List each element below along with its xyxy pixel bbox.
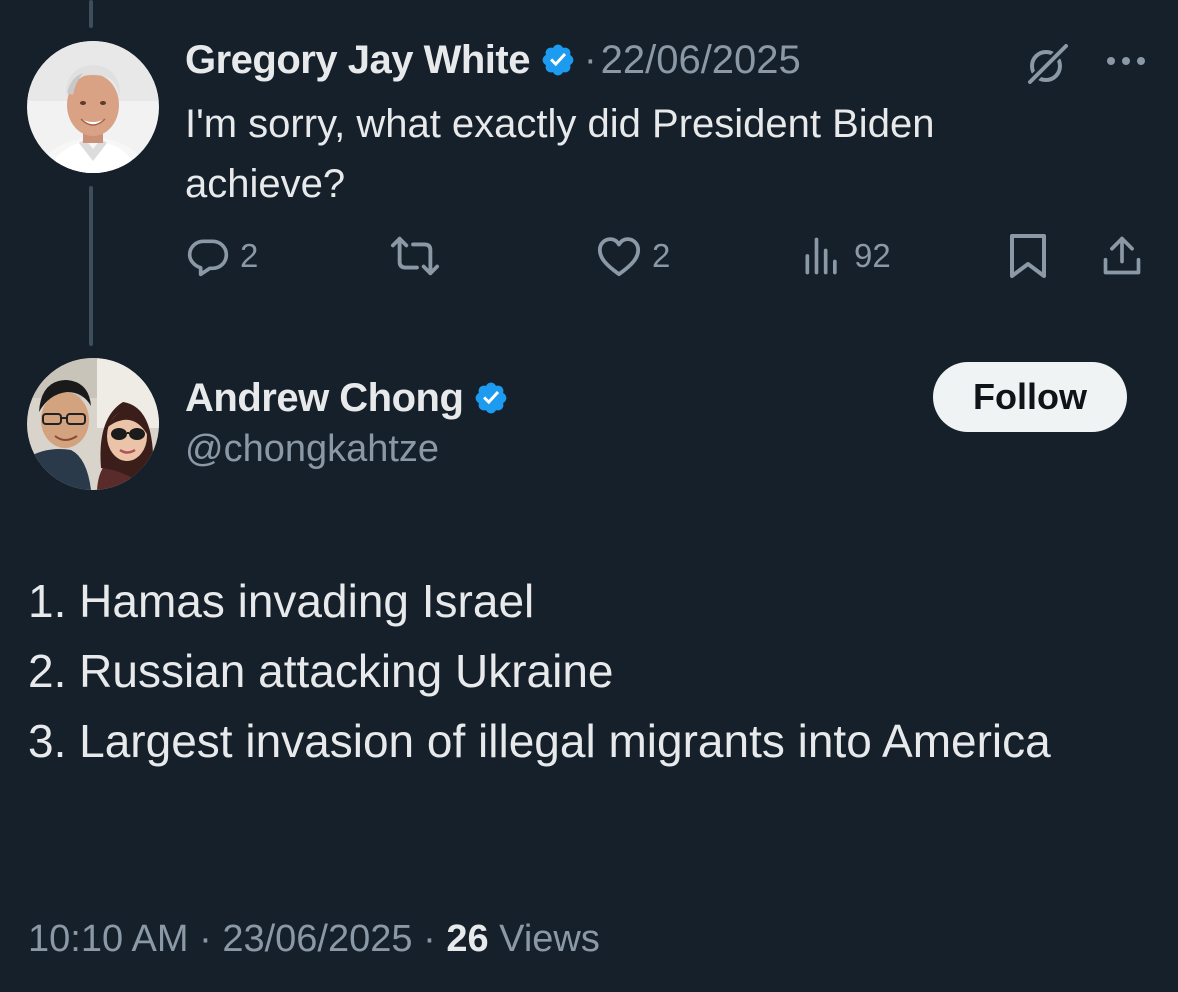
tweet2-handle[interactable]: @chongkahtze	[185, 428, 439, 471]
avatar-gregory-jay-white[interactable]	[27, 41, 159, 173]
tweet2-time[interactable]: 10:10 AM	[28, 918, 189, 960]
reply-icon	[186, 234, 230, 278]
retweet-icon	[390, 234, 440, 278]
thread-line-top	[89, 0, 93, 28]
header-separator: ·	[583, 38, 597, 81]
reply-button[interactable]: 2	[186, 226, 258, 286]
tweet2-date[interactable]: 23/06/2025	[222, 918, 412, 960]
tweet1-date[interactable]: 22/06/2025	[601, 38, 801, 83]
tweet2-views-label: Views	[499, 918, 600, 960]
share-icon	[1100, 234, 1144, 278]
tweet2-views-count[interactable]: 26	[446, 918, 488, 960]
meta-separator: ·	[423, 918, 436, 960]
tweet1-header: Gregory Jay White · 22/06/2025	[185, 34, 801, 86]
more-options-icon[interactable]	[1101, 46, 1151, 76]
verified-badge-icon[interactable]	[540, 42, 576, 78]
follow-button[interactable]: Follow	[933, 362, 1127, 432]
tweet2-text: 1. Hamas invading Israel 2. Russian atta…	[28, 566, 1148, 776]
tweet2-author-row: Andrew Chong	[185, 372, 509, 424]
meta-separator: ·	[199, 918, 212, 960]
grok-icon[interactable]	[1024, 40, 1072, 88]
tweet1-text: I'm sorry, what exactly did President Bi…	[185, 102, 935, 206]
share-button[interactable]	[1100, 226, 1144, 286]
views-count: 92	[854, 237, 891, 274]
tweet-thread: Gregory Jay White · 22/06/2025 I'm sorry…	[0, 0, 1178, 992]
retweet-button[interactable]	[390, 226, 440, 286]
like-count: 2	[652, 237, 671, 274]
tweet1-author-name[interactable]: Gregory Jay White	[185, 38, 530, 83]
tweet1-action-bar: 2 2 92	[0, 226, 1178, 286]
tweet2-line-1: 1. Hamas invading Israel	[28, 575, 535, 627]
tweet2-author-name[interactable]: Andrew Chong	[185, 376, 464, 421]
reply-count: 2	[240, 237, 259, 274]
tweet2-line-3: 3. Largest invasion of illegal migrants …	[28, 715, 1051, 767]
avatar-andrew-chong[interactable]	[27, 358, 159, 490]
tweet2-line-2: 2. Russian attacking Ukraine	[28, 645, 614, 697]
bookmark-icon	[1006, 232, 1050, 280]
views-chart-icon	[800, 234, 844, 278]
like-button[interactable]: 2	[596, 226, 670, 286]
tweet2-metadata: 10:10 AM · 23/06/2025 · 26 Views	[28, 918, 600, 961]
heart-icon	[596, 234, 642, 278]
avatar-image	[27, 41, 159, 173]
verified-badge-icon[interactable]	[473, 380, 509, 416]
avatar-image	[27, 358, 159, 490]
bookmark-button[interactable]	[1006, 226, 1050, 286]
views-button[interactable]: 92	[800, 226, 891, 286]
